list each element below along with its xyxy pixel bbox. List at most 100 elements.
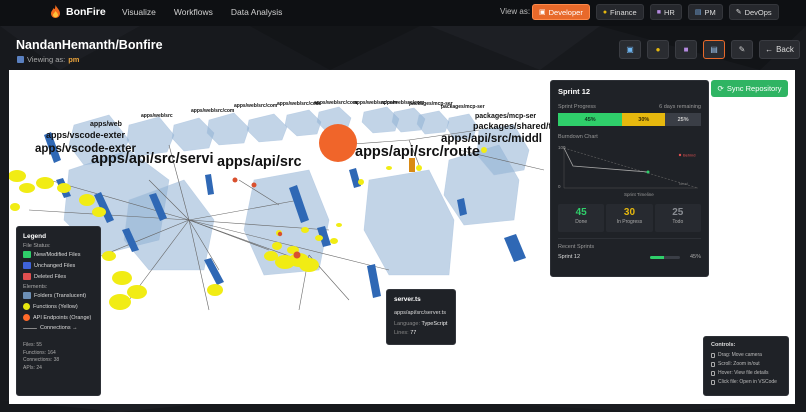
stat-label: Todo [672, 219, 684, 225]
recent-sprint-progress [650, 255, 680, 259]
control-item: Click file: Open in VSCode [711, 379, 781, 385]
file-tooltip: server.ts apps/api/src/server.ts Languag… [386, 289, 456, 345]
tooltip-language: Language: TypeScript [394, 321, 448, 327]
chart-icon [17, 56, 24, 63]
role-label: Developer [548, 7, 583, 17]
tooltip-language-value: TypeScript [421, 321, 448, 327]
behind-marker [678, 153, 682, 157]
ideal-label: Ideal [679, 181, 688, 186]
role-developer-button[interactable]: ▣ Developer [532, 4, 590, 20]
burndown-label: Burndown Chart [558, 134, 598, 140]
nav-link-data-analysis[interactable]: Data Analysis [231, 7, 283, 17]
role-pm-button[interactable]: ▤ PM [687, 4, 723, 20]
graph-label: apps/vscode-exter [46, 130, 126, 140]
legend-label: Connections → [40, 325, 78, 331]
legend-title: Legend [23, 233, 47, 240]
progress-segment-todo: 25% [665, 113, 701, 126]
devops-icon: ✎ [735, 9, 742, 16]
hr-view-button[interactable]: ■ [675, 40, 697, 59]
folder-cube [416, 110, 450, 135]
role-label: PM [704, 7, 716, 17]
file-panel [349, 168, 361, 188]
folder-cube [284, 109, 322, 137]
legend-label: Unchanged Files [34, 262, 76, 269]
tooltip-lines: Lines: 77 [394, 330, 448, 336]
legend-panel: Legend File Status: New/Modified Files U… [16, 226, 101, 396]
developer-icon: ▣ [626, 45, 634, 54]
file-panel [504, 234, 526, 262]
stat-label: In Progress [616, 219, 643, 225]
api-endpoint-node [409, 158, 415, 172]
legend-item: Functions (Yellow) [23, 303, 94, 310]
legend-label: Deleted Files [34, 273, 67, 280]
sync-label: Sync Repository [726, 84, 782, 93]
swatch-new [23, 251, 31, 258]
role-devops-button[interactable]: ✎ DevOps [728, 4, 779, 20]
legend-item: API Endpoints (Orange) [23, 314, 94, 321]
control-label: Drag: Move camera [718, 352, 762, 358]
control-item: Drag: Move camera [711, 352, 781, 358]
folder-cube [171, 117, 215, 152]
recent-sprint-name: Sprint 12 [558, 254, 581, 260]
graph-label: packages/shared/t [473, 121, 552, 131]
sprint-title: Sprint 12 [558, 87, 591, 96]
nav-link-workflows[interactable]: Workflows [174, 7, 213, 17]
api-endpoint-node [319, 124, 357, 162]
stat-connections: Connections: 38 [23, 357, 60, 363]
finance-icon: ● [602, 8, 608, 16]
legend-stats: Files: 55 Functions: 164 Connections: 38… [23, 342, 94, 372]
graph-label: apps/web [90, 121, 122, 128]
tooltip-lines-key: Lines: [394, 330, 409, 336]
tooltip-filename: server.ts [394, 296, 421, 303]
graph-label: apps/vscode-exter [35, 143, 137, 155]
role-finance-button[interactable]: ● Finance [595, 4, 644, 20]
folder-cube [363, 169, 455, 276]
swatch-deleted [23, 273, 31, 280]
stat-label: Done [575, 219, 588, 225]
pm-icon: ▤ [710, 45, 718, 54]
refresh-icon: ⟳ [717, 84, 724, 93]
devops-view-button[interactable]: ✎ [731, 40, 753, 59]
swatch-connection [23, 327, 37, 329]
graph-label: apps/api/src/route [355, 144, 480, 160]
api-dot [251, 182, 257, 188]
swatch-unchanged [23, 262, 31, 269]
file-panel [367, 264, 381, 298]
finance-icon: ● [655, 45, 661, 54]
elements-label: Elements: [23, 284, 48, 290]
control-item: Scroll: Zoom in/out [711, 361, 781, 367]
stat-todo: 25 Todo [654, 204, 701, 232]
controls-panel: Controls: Drag: Move camera Scroll: Zoom… [703, 336, 789, 396]
role-label: HR [663, 7, 675, 17]
sync-repository-button[interactable]: ⟳ Sync Repository [711, 80, 788, 97]
swatch-folder [23, 292, 31, 299]
stat-functions: Functions: 164 [23, 349, 56, 356]
brand[interactable]: BonFire [50, 5, 106, 18]
ideal-line [563, 147, 699, 189]
api-dot [277, 231, 283, 237]
burndown-chart: 100 0 Behind Ideal Sprint Timeline [558, 142, 703, 200]
nav-link-visualize[interactable]: Visualize [122, 7, 156, 17]
wrench-icon: ✎ [738, 45, 746, 54]
progress-segment-in-progress: 30% [622, 113, 666, 126]
tooltip-language-key: Language: [394, 321, 420, 327]
mouse-icon [711, 352, 715, 358]
finance-view-button[interactable]: ● [647, 40, 669, 59]
legend-label: API Endpoints (Orange) [33, 314, 92, 321]
back-button[interactable]: ← Back [759, 40, 800, 59]
folder-cube [246, 113, 288, 143]
role-label: DevOps [744, 7, 772, 17]
graph-label: apps/web/src [141, 113, 173, 119]
recent-sprint-row[interactable]: Sprint 12 45% [558, 254, 701, 260]
sprint-progress-label: Sprint Progress [558, 104, 596, 110]
view-as-label: View as: [500, 7, 531, 16]
pm-view-button[interactable]: ▤ [703, 40, 725, 59]
stat-files: Files: 55 [23, 342, 42, 348]
stat-apis: APIs: 24 [23, 364, 42, 371]
flame-icon [51, 5, 60, 18]
control-label: Hover: View file details [718, 370, 769, 376]
developer-view-button[interactable]: ▣ [619, 40, 641, 59]
mouse-icon [711, 370, 715, 376]
stat-done: 45 Done [558, 204, 605, 232]
role-hr-button[interactable]: ■ HR [649, 4, 682, 20]
